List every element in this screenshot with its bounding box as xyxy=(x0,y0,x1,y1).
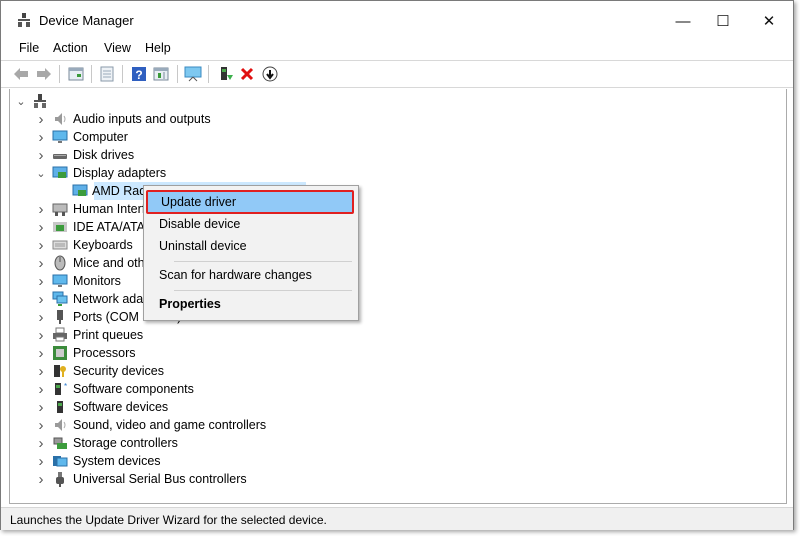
category-label: Print queues xyxy=(73,328,144,342)
software-device-icon xyxy=(57,401,63,413)
disk-icon xyxy=(53,154,67,159)
menu-bar: File Action View Help xyxy=(1,39,793,59)
device-manager-window: Device Manager — ☐ ✕ File Action View He… xyxy=(0,0,794,530)
menu-item-scan-hardware[interactable]: Scan for hardware changes xyxy=(146,264,354,286)
usb-icon xyxy=(56,472,64,487)
display-adapter-icon xyxy=(52,166,68,178)
svg-text:*: * xyxy=(64,382,67,391)
device-manager-icon xyxy=(18,13,30,27)
uninstall-icon[interactable] xyxy=(237,64,257,84)
action-pane-icon[interactable] xyxy=(151,64,171,84)
security-icon xyxy=(54,365,66,377)
computer-root-icon xyxy=(34,94,46,108)
chevron-right-icon[interactable]: › xyxy=(36,128,46,146)
hid-icon xyxy=(52,203,68,216)
menu-item-disable-device[interactable]: Disable device xyxy=(146,213,354,235)
chevron-right-icon[interactable]: › xyxy=(36,362,46,380)
monitor-icon xyxy=(52,130,68,143)
storage-icon xyxy=(53,437,67,449)
show-hide-console-tree-icon[interactable] xyxy=(66,64,86,84)
chevron-right-icon[interactable]: › xyxy=(36,254,46,272)
toolbar-separator xyxy=(208,65,209,83)
context-menu: Update driver Disable device Uninstall d… xyxy=(143,185,359,321)
chevron-right-icon[interactable]: › xyxy=(36,470,46,488)
speaker-icon xyxy=(55,419,66,431)
svg-text:?: ? xyxy=(135,68,142,82)
chevron-right-icon[interactable]: › xyxy=(36,416,46,434)
title-bar[interactable]: Device Manager — ☐ ✕ xyxy=(1,1,793,39)
status-bar: Launches the Update Driver Wizard for th… xyxy=(1,507,793,530)
category-label: Sound, video and game controllers xyxy=(73,418,267,432)
category-label: Software devices xyxy=(73,400,169,414)
menu-item-uninstall-device[interactable]: Uninstall device xyxy=(146,235,354,257)
close-button[interactable]: ✕ xyxy=(749,7,789,35)
chevron-right-icon[interactable]: › xyxy=(36,236,46,254)
chevron-right-icon[interactable]: › xyxy=(36,380,46,398)
processor-icon xyxy=(53,346,67,360)
scan-hardware-icon[interactable] xyxy=(183,64,203,84)
category-label: Computer xyxy=(73,130,128,144)
chevron-right-icon[interactable]: › xyxy=(36,326,46,344)
minimize-button[interactable]: — xyxy=(663,7,703,35)
mouse-icon xyxy=(54,255,66,271)
category-label: Storage controllers xyxy=(73,436,178,450)
disable-icon[interactable] xyxy=(260,64,280,84)
chevron-right-icon[interactable]: › xyxy=(36,200,46,218)
menu-separator xyxy=(174,290,352,291)
chevron-right-icon[interactable]: › xyxy=(36,452,46,470)
toolbar-separator xyxy=(59,65,60,83)
menu-help[interactable]: Help xyxy=(145,41,171,55)
maximize-button[interactable]: ☐ xyxy=(703,7,743,35)
menu-item-update-driver[interactable]: Update driver xyxy=(146,190,354,214)
chevron-right-icon[interactable]: › xyxy=(36,344,46,362)
software-component-icon: * xyxy=(55,382,67,395)
menu-file[interactable]: File xyxy=(19,41,39,55)
category-label: Security devices xyxy=(73,364,165,378)
menu-action[interactable]: Action xyxy=(53,41,88,55)
system-icon xyxy=(53,456,68,467)
menu-view[interactable]: View xyxy=(104,41,131,55)
toolbar-separator xyxy=(122,65,123,83)
display-adapter-icon xyxy=(72,184,88,196)
chevron-down-icon[interactable]: ⌄ xyxy=(16,92,26,110)
forward-icon[interactable] xyxy=(34,64,54,84)
chevron-right-icon[interactable]: › xyxy=(36,272,46,290)
help-icon[interactable]: ? xyxy=(129,64,149,84)
network-icon xyxy=(52,291,68,306)
status-text: Launches the Update Driver Wizard for th… xyxy=(10,513,327,527)
chevron-down-icon[interactable]: ⌄ xyxy=(36,164,46,182)
category-label: Audio inputs and outputs xyxy=(73,112,211,126)
category-label: System devices xyxy=(73,454,161,468)
chevron-right-icon[interactable]: › xyxy=(36,110,46,128)
menu-separator xyxy=(174,261,352,262)
category-label: Monitors xyxy=(73,274,121,288)
back-icon[interactable] xyxy=(11,64,31,84)
chevron-right-icon[interactable]: › xyxy=(36,146,46,164)
category-label: Processors xyxy=(73,346,136,360)
speaker-icon xyxy=(55,113,66,125)
monitor-icon xyxy=(52,274,68,287)
port-icon xyxy=(57,310,63,324)
category-label: Keyboards xyxy=(73,238,133,252)
keyboard-icon xyxy=(52,240,68,250)
device-tree: ⌄ › Audio inputs and outputs › Computer › Dis… xyxy=(9,89,787,504)
category-label: Display adapters xyxy=(73,166,167,180)
toolbar: ? xyxy=(1,60,793,88)
window-title: Device Manager xyxy=(39,13,134,28)
chevron-right-icon[interactable]: › xyxy=(36,398,46,416)
printer-icon xyxy=(53,327,67,342)
update-driver-icon[interactable] xyxy=(216,64,236,84)
toolbar-separator xyxy=(91,65,92,83)
category-label: Universal Serial Bus controllers xyxy=(73,472,247,486)
category-label: Software components xyxy=(73,382,194,396)
chevron-right-icon[interactable]: › xyxy=(36,434,46,452)
chevron-right-icon[interactable]: › xyxy=(36,308,46,326)
chevron-right-icon[interactable]: › xyxy=(36,218,46,236)
menu-item-properties[interactable]: Properties xyxy=(146,293,354,315)
properties-icon[interactable] xyxy=(97,64,117,84)
category-label: Disk drives xyxy=(73,148,135,162)
chevron-right-icon[interactable]: › xyxy=(36,290,46,308)
toolbar-separator xyxy=(177,65,178,83)
ide-icon xyxy=(53,222,67,232)
